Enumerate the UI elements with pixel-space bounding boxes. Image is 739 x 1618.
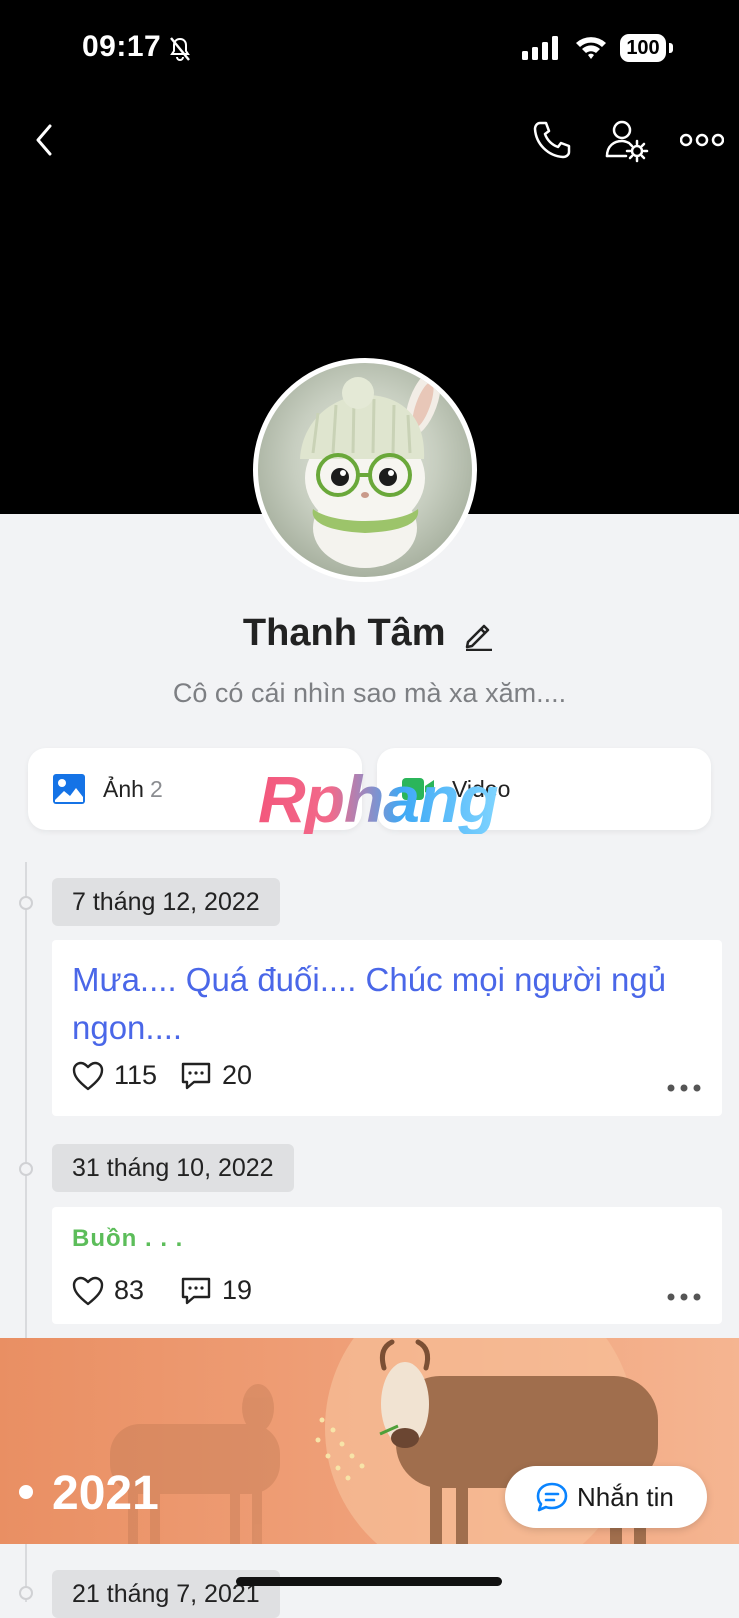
user-settings-icon[interactable]	[604, 118, 650, 164]
send-message-button[interactable]: Nhắn tin	[505, 1466, 707, 1528]
timeline-dot	[19, 1162, 33, 1176]
wifi-icon	[576, 37, 606, 59]
profile-bio: Cô có cái nhìn sao mà xa xăm....	[172, 678, 567, 708]
watermark-logo: Rphang	[258, 762, 499, 836]
year-label: 2021	[52, 1467, 159, 1520]
status-bar: 09:17 100	[0, 0, 739, 100]
heart-icon	[72, 1276, 104, 1305]
comment-stat[interactable]: 20	[180, 1060, 252, 1091]
phone-call-icon[interactable]	[530, 118, 574, 162]
timeline-dot-year	[19, 1485, 33, 1499]
status-time: 09:17	[82, 30, 162, 63]
heart-icon	[72, 1061, 104, 1090]
photos-label: Ảnh 2	[103, 776, 163, 803]
like-count: 83	[114, 1275, 145, 1305]
like-count: 115	[114, 1060, 158, 1090]
comment-icon	[181, 1062, 211, 1089]
timeline-dot	[19, 896, 33, 910]
photos-count: 2	[149, 776, 163, 802]
profile-name-row: Thanh Tâm	[0, 612, 739, 655]
post-date-chip: 31 tháng 10, 2022	[52, 1144, 294, 1192]
like-stat[interactable]: 115	[72, 1060, 157, 1091]
profile-avatar[interactable]	[253, 358, 477, 582]
back-arrow-icon[interactable]	[26, 120, 66, 160]
comment-icon	[181, 1277, 211, 1304]
battery-cap	[669, 43, 673, 53]
comment-count: 20	[222, 1060, 253, 1090]
post-date-chip: 7 tháng 12, 2022	[52, 878, 280, 926]
chat-bubble-icon	[536, 1482, 568, 1512]
comment-count: 19	[222, 1275, 253, 1305]
post-card[interactable]: Mưa.... Quá đuối.... Chúc mọi người ngủ …	[52, 940, 722, 1116]
more-options-icon[interactable]	[680, 126, 724, 154]
like-stat[interactable]: 83	[72, 1275, 144, 1306]
battery-indicator: 100	[620, 34, 666, 62]
post-text: Buồn . . .	[72, 1225, 184, 1252]
post-more-icon[interactable]	[666, 1082, 702, 1094]
post-more-icon[interactable]	[666, 1291, 702, 1303]
pencil-edit-icon[interactable]	[462, 617, 496, 651]
timeline-dot	[19, 1586, 33, 1600]
photo-icon	[53, 774, 85, 804]
send-message-label: Nhắn tin	[577, 1482, 674, 1512]
photos-label-text: Ảnh	[103, 776, 144, 802]
bunny-avatar-image	[300, 370, 441, 568]
home-indicator[interactable]	[236, 1577, 502, 1586]
post-text: Mưa.... Quá đuối.... Chúc mọi người ngủ …	[72, 961, 667, 1046]
post-card[interactable]: Buồn . . . 83 19	[52, 1207, 722, 1324]
bell-muted-icon	[170, 37, 190, 61]
profile-name: Thanh Tâm	[242, 612, 446, 654]
cellular-signal-icon	[522, 36, 558, 60]
comment-stat[interactable]: 19	[180, 1275, 252, 1306]
